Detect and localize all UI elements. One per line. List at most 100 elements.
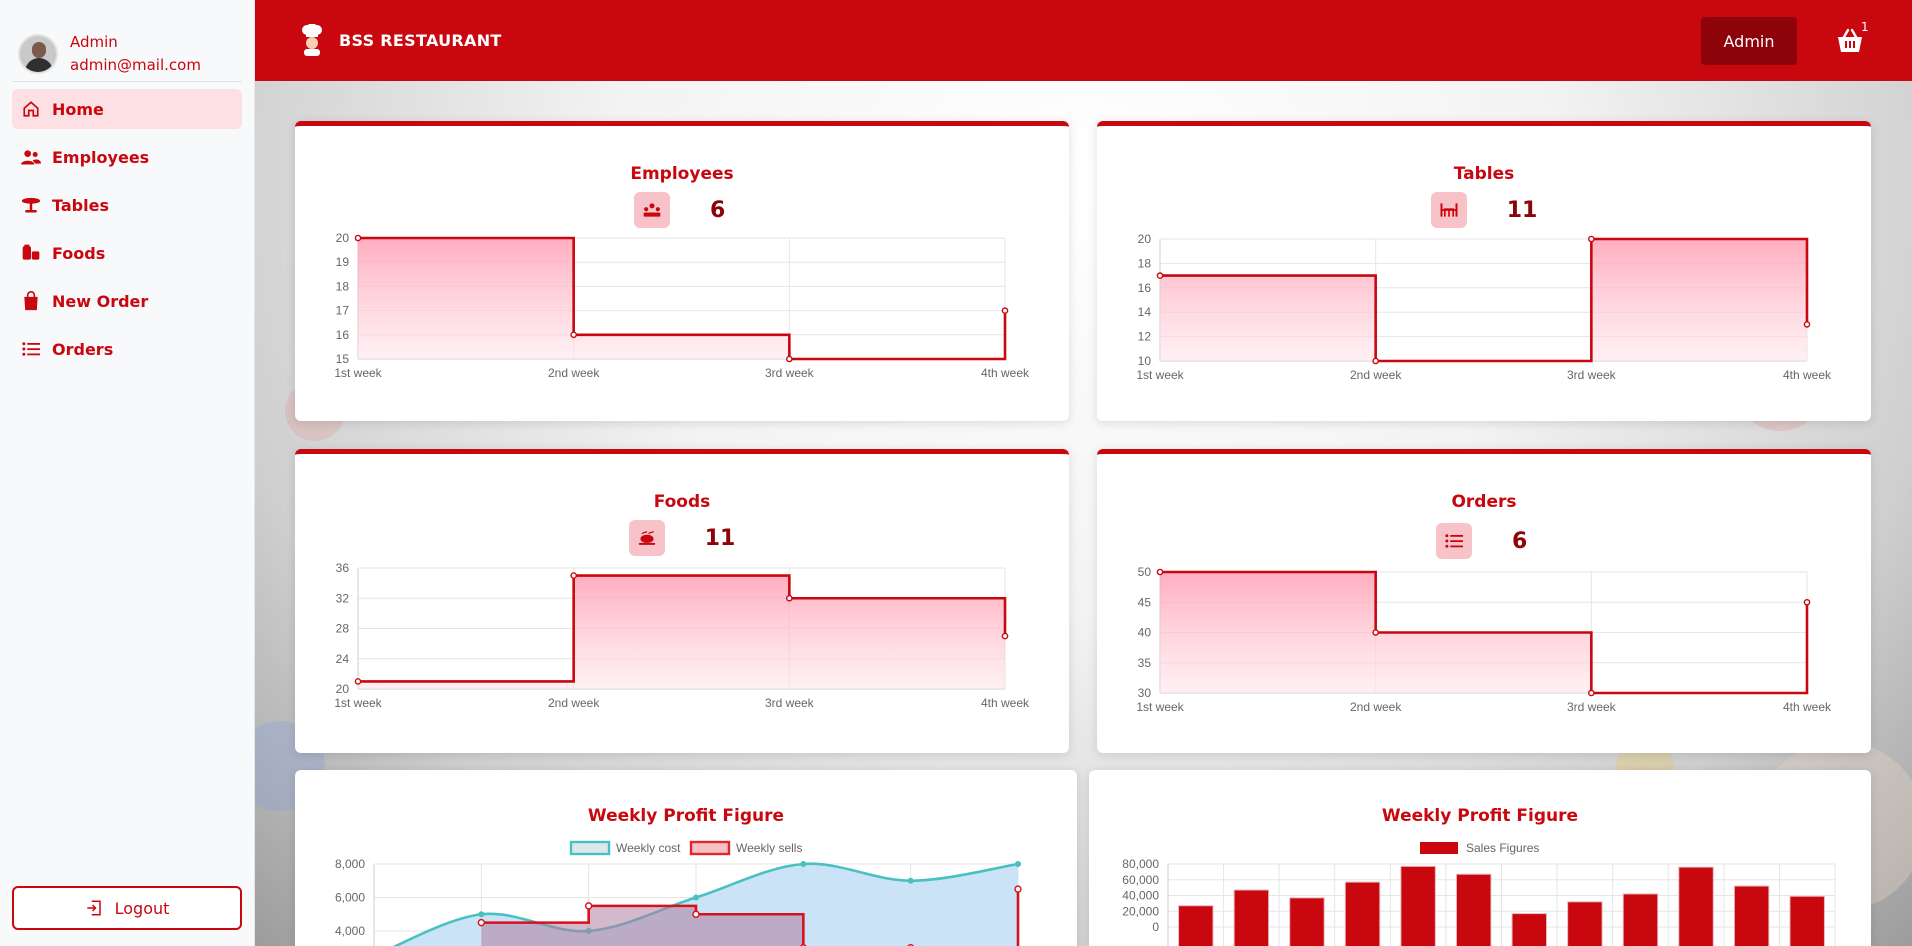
sidebar-item-new-order[interactable]: New Order <box>12 281 242 321</box>
x-tick-label: 2nd week <box>1350 368 1402 382</box>
x-tick-label: 3rd week <box>1567 700 1617 714</box>
data-point <box>786 355 793 363</box>
sales-bar <box>1289 897 1325 946</box>
sidebar-item-label: Home <box>52 99 104 119</box>
tables-card: Tables 11 10 12 14 16 18 20 1st week 2nd week 3r… <box>1097 121 1871 421</box>
sales-bar <box>1678 866 1714 946</box>
sales-bar <box>1733 885 1770 946</box>
sidebar-item-label: Orders <box>52 339 114 359</box>
x-tick-label: 4th week <box>981 696 1030 710</box>
sales-bar <box>1178 905 1214 946</box>
user-profile: Admin admin@mail.com <box>18 28 238 80</box>
legend-swatch <box>689 840 731 856</box>
sidebar: Admin admin@mail.com Home Employees Tabl… <box>0 0 255 946</box>
food-icon <box>20 242 42 264</box>
y-tick-label: 16 <box>1138 281 1152 295</box>
y-tick-label: 18 <box>1138 256 1152 270</box>
y-tick-label: 50 <box>1138 565 1152 579</box>
y-tick-label: 17 <box>336 304 350 318</box>
sidebar-item-label: Tables <box>52 195 109 215</box>
y-tick-label: 12 <box>1138 330 1152 344</box>
y-tick-label: 32 <box>336 591 350 605</box>
admin-button[interactable]: Admin <box>1701 17 1797 65</box>
logout-icon <box>85 899 103 917</box>
y-tick-label: 30 <box>1138 686 1152 700</box>
users-icon <box>20 146 42 168</box>
area-fill <box>1160 239 1807 361</box>
sidebar-item-label: New Order <box>52 291 149 311</box>
weekly-sells-point <box>1014 885 1022 893</box>
list-icon <box>20 338 42 360</box>
top-navbar: BSS RESTAURANT Admin 1 <box>255 0 1912 81</box>
weekly-cost-point <box>907 877 914 884</box>
sales-bar <box>1511 913 1548 946</box>
x-tick-label: 1st week <box>334 696 382 710</box>
data-point <box>1588 689 1595 697</box>
brand[interactable]: BSS RESTAURANT <box>299 24 502 56</box>
y-tick-label: 20,000 <box>1122 904 1159 918</box>
sidebar-item-employees[interactable]: Employees <box>12 137 242 177</box>
user-email: admin@mail.com <box>70 56 201 74</box>
brand-name: BSS RESTAURANT <box>339 30 502 50</box>
data-point <box>786 594 793 602</box>
data-point <box>1156 272 1164 279</box>
area-fill <box>358 575 1005 689</box>
data-point <box>1803 598 1811 606</box>
sidebar-item-label: Employees <box>52 147 150 167</box>
y-tick-label: 15 <box>336 352 350 366</box>
data-point <box>1588 235 1595 243</box>
sales-bar <box>1789 895 1825 946</box>
y-tick-label: 0 <box>1152 920 1159 934</box>
y-tick-label: 40,000 <box>1122 889 1159 903</box>
x-tick-label: 4th week <box>1783 700 1832 714</box>
y-tick-label: 35 <box>1138 656 1152 670</box>
divider <box>12 81 242 82</box>
y-tick-label: 6,000 <box>335 891 365 905</box>
y-tick-label: 8,000 <box>335 857 365 871</box>
logout-label: Logout <box>114 898 170 918</box>
x-tick-label: 1st week <box>1136 700 1184 714</box>
x-tick-label: 4th week <box>1783 368 1832 382</box>
y-tick-label: 20 <box>1138 232 1152 246</box>
y-tick-label: 36 <box>336 561 350 575</box>
y-tick-label: 20 <box>336 231 350 245</box>
x-tick-label: 4th week <box>981 366 1030 380</box>
y-tick-label: 20 <box>336 682 350 696</box>
logout-button[interactable]: Logout <box>12 886 242 930</box>
home-icon <box>20 98 42 120</box>
y-tick-label: 28 <box>336 622 350 636</box>
chef-logo-icon <box>302 24 322 56</box>
legend-label: Weekly cost <box>616 841 681 855</box>
legend-label: Weekly sells <box>736 841 802 855</box>
orders-card: Orders 6 30 35 40 45 50 1st week 2nd week 3rd w… <box>1097 449 1871 753</box>
legend-label: Sales Figures <box>1466 841 1539 855</box>
x-tick-label: 2nd week <box>548 696 600 710</box>
y-tick-label: 4,000 <box>335 924 365 938</box>
x-tick-label: 3rd week <box>1567 368 1617 382</box>
foods-chart: 20 24 28 32 36 1st week 2nd week 3rd week 4th we… <box>334 561 1030 710</box>
x-tick-label: 2nd week <box>548 366 600 380</box>
sidebar-item-foods[interactable]: Foods <box>12 233 242 273</box>
sidebar-item-tables[interactable]: Tables <box>12 185 242 225</box>
sidebar-item-home[interactable]: Home <box>12 89 242 129</box>
weekly-cost-point <box>478 911 485 918</box>
x-tick-label: 1st week <box>334 366 382 380</box>
sales-bar <box>1400 865 1436 946</box>
sidebar-item-orders[interactable]: Orders <box>12 329 242 369</box>
sidebar-item-label: Foods <box>52 243 106 263</box>
area-fill <box>358 238 1005 359</box>
sales-bar <box>1455 873 1492 946</box>
avatar <box>18 34 58 74</box>
foods-card: Foods 11 20 24 28 32 36 1st week 2nd week 3rd w… <box>295 449 1069 753</box>
employees-card: Employees 6 15 16 17 18 19 20 1st week 2nd week… <box>295 121 1069 421</box>
orders-chart: 30 35 40 45 50 1st week 2nd week 3rd week 4th we… <box>1136 565 1832 714</box>
sales-bar <box>1567 901 1603 946</box>
weekly-sells-point <box>584 902 593 910</box>
tables-chart: 10 12 14 16 18 20 1st week 2nd week 3rd week 4th … <box>1136 232 1832 382</box>
y-tick-label: 18 <box>336 279 350 293</box>
y-tick-label: 60,000 <box>1122 873 1159 887</box>
y-tick-label: 10 <box>1138 354 1152 368</box>
x-tick-label: 3rd week <box>765 366 815 380</box>
table-icon <box>20 194 42 216</box>
data-point <box>570 572 577 579</box>
